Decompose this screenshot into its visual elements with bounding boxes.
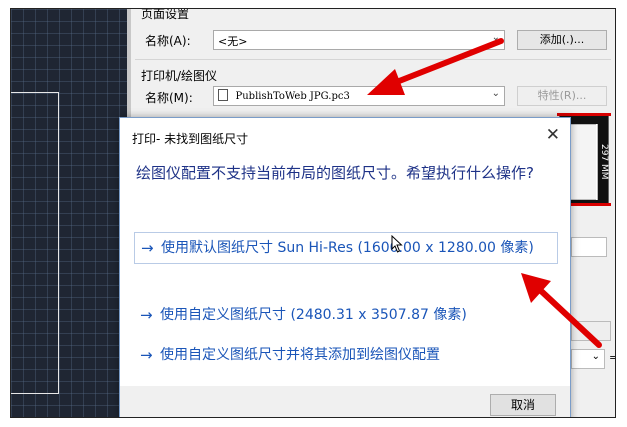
option-label: 使用自定义图纸尺寸并将其添加到绘图仪配置: [160, 347, 440, 363]
page-setup-name-label: 名称(A):: [145, 34, 191, 48]
use-custom-and-add-option[interactable]: → 使用自定义图纸尺寸并将其添加到绘图仪配置: [134, 340, 558, 370]
properties-button[interactable]: 特性(R)...: [517, 86, 607, 106]
dialog-title: 打印- 未找到图纸尺寸: [132, 132, 249, 146]
printer-name-label: 名称(M):: [145, 91, 193, 105]
add-button[interactable]: 添加(.)...: [517, 30, 607, 50]
use-default-paper-size-option[interactable]: → 使用默认图纸尺寸 Sun Hi-Res (1600.00 x 1280.00…: [134, 232, 558, 264]
arrow-right-icon: →: [140, 346, 153, 364]
use-custom-paper-size-option[interactable]: → 使用自定义图纸尺寸 (2480.31 x 3507.87 像素): [134, 300, 558, 330]
arrow-right-icon: →: [140, 306, 153, 324]
screenshot-frame: 页面设置 名称(A): <无> ⌄ 添加(.)... 打印机/绘图仪 名称(M)…: [10, 8, 616, 418]
paper-preview-page: [570, 124, 598, 200]
chevron-down-icon: ⌄: [491, 88, 500, 99]
printer-section-title: 打印机/绘图仪: [141, 69, 218, 83]
dialog-footer: 取消: [120, 386, 570, 417]
chevron-down-icon: ⌄: [491, 32, 500, 43]
printer-name-select[interactable]: PublishToWeb JPG.pc3 ⌄: [213, 86, 505, 106]
units-select-stub[interactable]: ⌄: [571, 349, 605, 369]
mouse-cursor-icon: [391, 235, 403, 253]
drawing-border: [11, 92, 59, 394]
close-icon[interactable]: ✕: [546, 125, 560, 145]
paper-preview-dimension-label: 297 MM: [599, 144, 609, 180]
printer-name-value: PublishToWeb JPG.pc3: [235, 91, 350, 102]
printer-icon: [218, 89, 228, 101]
scale-select-stub[interactable]: [571, 321, 611, 341]
divider: [135, 59, 611, 60]
chevron-down-icon: ⌄: [591, 351, 600, 362]
dialog-question: 绘图仪配置不支持当前布局的图纸尺寸。希望执行什么操作?: [136, 164, 534, 182]
page-setup-name-value: <无>: [218, 35, 248, 48]
cad-drawing-canvas[interactable]: [11, 9, 127, 417]
page-setup-name-select[interactable]: <无> ⌄: [213, 30, 505, 50]
page-setup-section-title: 页面设置: [141, 8, 190, 21]
preview-highlight-top: [557, 113, 611, 116]
arrow-right-icon: →: [141, 239, 154, 257]
option-label: 使用默认图纸尺寸 Sun Hi-Res (1600.00 x 1280.00 像…: [161, 240, 534, 256]
spinner-stub[interactable]: [571, 237, 607, 257]
option-label: 使用自定义图纸尺寸 (2480.31 x 3507.87 像素): [160, 307, 467, 323]
equals-sign: =: [609, 351, 615, 364]
cancel-button[interactable]: 取消: [490, 394, 556, 416]
paper-size-not-found-dialog: 打印- 未找到图纸尺寸 ✕ 绘图仪配置不支持当前布局的图纸尺寸。希望执行什么操作…: [119, 117, 571, 417]
